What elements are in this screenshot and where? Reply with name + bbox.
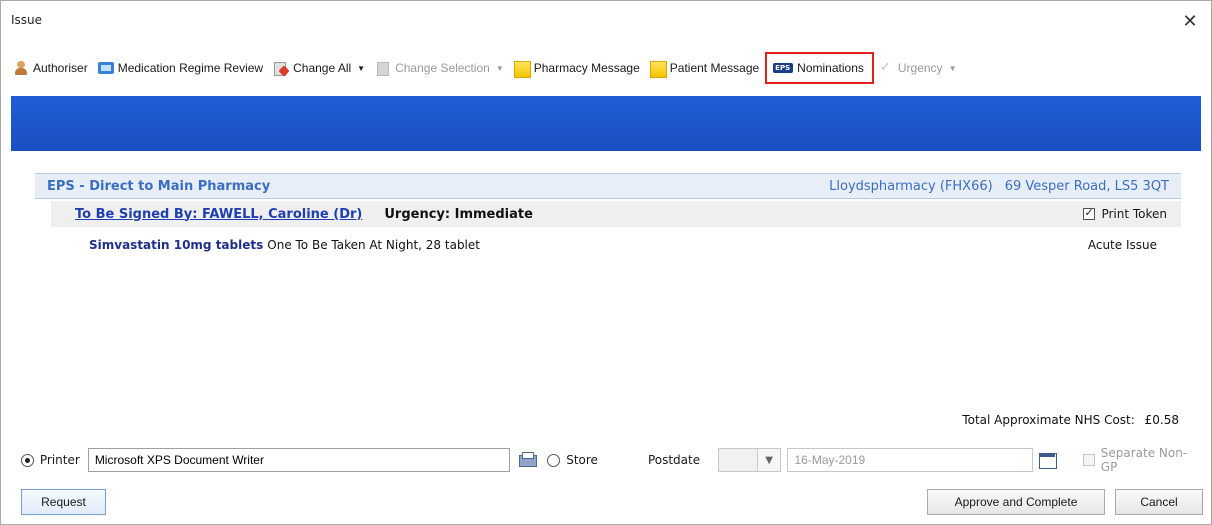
printer-field[interactable] bbox=[87, 448, 510, 472]
medication-name: Simvastatin 10mg tablets bbox=[89, 238, 264, 252]
issue-type: Acute Issue bbox=[1087, 238, 1157, 252]
pharmacy-address: 69 Vesper Road, LS5 3QT bbox=[1004, 178, 1169, 194]
checkbox-unchecked-icon bbox=[1082, 454, 1095, 466]
print-token-label: Print Token bbox=[1101, 207, 1167, 221]
banner bbox=[11, 96, 1201, 151]
output-options: Printer Store Postdate ▼ Separate Non-GP bbox=[21, 446, 1203, 474]
cancel-button[interactable]: Cancel bbox=[1115, 489, 1203, 515]
dropdown-caret-icon: ▼ bbox=[495, 63, 504, 73]
store-label: Store bbox=[566, 453, 598, 467]
dropdown-caret-icon: ▼ bbox=[357, 63, 366, 73]
urgency-button[interactable]: Urgency ▼ bbox=[874, 55, 963, 81]
title-bar: Issue ✕ bbox=[1, 1, 1211, 43]
printer-label: Printer bbox=[39, 453, 80, 467]
calendar-icon[interactable] bbox=[1037, 451, 1057, 469]
nominations-label: Nominations bbox=[797, 61, 864, 75]
approve-and-complete-button[interactable]: Approve and Complete bbox=[927, 489, 1105, 515]
window-title: Issue bbox=[11, 13, 43, 27]
signed-by-link[interactable]: To Be Signed By: FAWELL, Caroline (Dr) bbox=[75, 207, 362, 222]
change-selection-icon bbox=[375, 60, 391, 76]
change-all-button[interactable]: Change All ▼ bbox=[269, 55, 371, 81]
authoriser-button[interactable]: Authoriser bbox=[9, 55, 94, 81]
postdate-label: Postdate bbox=[647, 453, 701, 467]
eps-icon bbox=[773, 60, 794, 76]
authoriser-label: Authoriser bbox=[33, 61, 88, 75]
total-cost: Total Approximate NHS Cost: £0.58 bbox=[962, 413, 1179, 427]
pharmacy-name: Lloydspharmacy (FHX66) bbox=[829, 178, 993, 194]
eps-label: EPS - Direct to Main Pharmacy bbox=[47, 178, 271, 194]
nominations-button[interactable]: Nominations bbox=[765, 52, 874, 84]
change-selection-label: Change Selection bbox=[395, 61, 490, 75]
issue-dialog: Issue ✕ Authoriser Medication Regime Rev… bbox=[0, 0, 1212, 525]
medication-regime-review-button[interactable]: Medication Regime Review bbox=[94, 55, 269, 81]
print-token-checkbox[interactable]: Print Token bbox=[1083, 206, 1167, 221]
prescription-panel: EPS - Direct to Main Pharmacy Lloydsphar… bbox=[11, 169, 1201, 434]
dropdown-caret-icon: ▼ bbox=[948, 63, 957, 73]
check-icon bbox=[878, 59, 894, 76]
change-all-label: Change All bbox=[293, 61, 352, 75]
toolbar: Authoriser Medication Regime Review Chan… bbox=[9, 51, 1203, 85]
patient-message-button[interactable]: Patient Message bbox=[646, 55, 765, 81]
patient-message-label: Patient Message bbox=[669, 61, 760, 75]
postdate-select[interactable] bbox=[718, 448, 758, 472]
checkbox-checked-icon bbox=[1083, 206, 1096, 220]
separate-non-gp-checkbox[interactable]: Separate Non-GP bbox=[1082, 446, 1203, 474]
printer-radio[interactable] bbox=[21, 453, 34, 467]
request-button[interactable]: Request bbox=[21, 489, 106, 515]
total-cost-value: £0.58 bbox=[1144, 413, 1179, 427]
pharmacy-message-label: Pharmacy Message bbox=[533, 61, 640, 75]
medication-regime-review-label: Medication Regime Review bbox=[117, 61, 264, 75]
medication-row[interactable]: Simvastatin 10mg tablets One To Be Taken… bbox=[89, 235, 1169, 255]
note-icon bbox=[513, 60, 531, 78]
note-icon bbox=[649, 60, 667, 78]
medication-dosage: One To Be Taken At Night, 28 tablet bbox=[267, 238, 480, 252]
change-icon bbox=[273, 60, 289, 76]
close-icon[interactable]: ✕ bbox=[1179, 11, 1201, 33]
total-cost-label: Total Approximate NHS Cost: bbox=[962, 413, 1135, 427]
chevron-down-icon[interactable]: ▼ bbox=[757, 448, 782, 472]
review-icon bbox=[97, 60, 114, 76]
change-selection-button[interactable]: Change Selection ▼ bbox=[371, 55, 510, 81]
signature-row: To Be Signed By: FAWELL, Caroline (Dr) U… bbox=[51, 201, 1181, 227]
printer-icon[interactable] bbox=[516, 450, 538, 470]
postdate-field[interactable] bbox=[787, 448, 1034, 472]
separate-non-gp-label: Separate Non-GP bbox=[1100, 446, 1188, 474]
pharmacy-message-button[interactable]: Pharmacy Message bbox=[510, 55, 646, 81]
store-radio[interactable] bbox=[547, 453, 561, 467]
eps-header: EPS - Direct to Main Pharmacy Lloydsphar… bbox=[35, 173, 1181, 199]
urgency-label: Urgency bbox=[897, 61, 943, 75]
person-icon bbox=[13, 60, 29, 76]
urgency-text: Urgency: Immediate bbox=[384, 206, 533, 222]
